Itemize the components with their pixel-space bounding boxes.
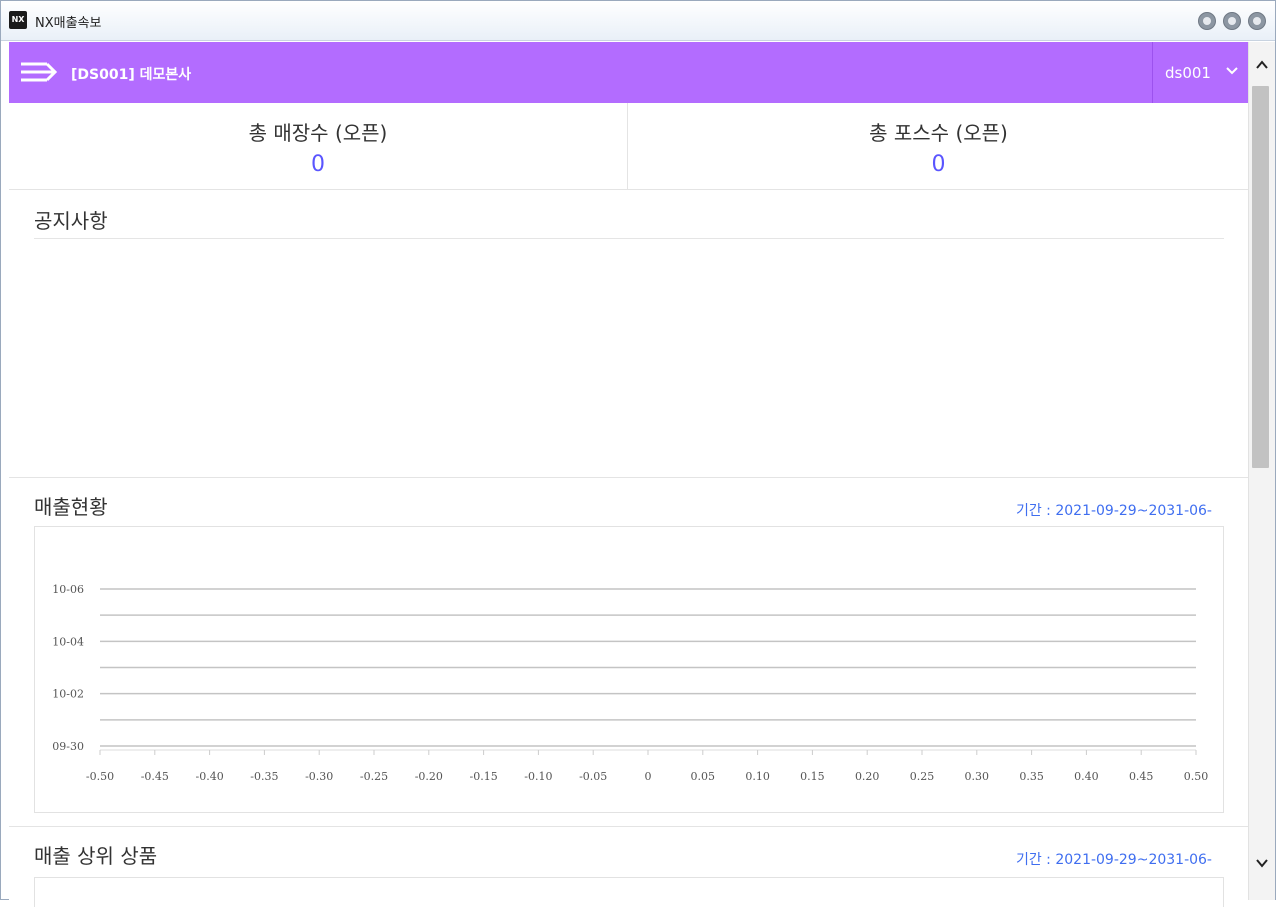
notice-divider (34, 238, 1224, 239)
x-tick-label: 0.25 (910, 770, 935, 783)
top-products-title: 매출 상위 상품 (34, 844, 158, 868)
window-title: NX매출속보 (35, 16, 102, 31)
y-tick-label: 10-04 (52, 635, 84, 648)
x-tick-label: 0.45 (1129, 770, 1154, 783)
x-tick-label: 0.35 (1019, 770, 1044, 783)
x-tick-label: 0.30 (965, 770, 990, 783)
app-window: NX NX매출속보 [DS001] 데모본사 ds001 총 매장수 (오픈) … (0, 0, 1276, 907)
x-tick-label: 0 (645, 770, 652, 783)
scroll-down-icon[interactable] (1255, 856, 1269, 870)
stat-stores: 총 매장수 (오픈) 0 (9, 103, 628, 190)
x-tick-label: 0.05 (691, 770, 716, 783)
x-tick-label: -0.50 (86, 770, 114, 783)
sales-chart: 10-06 10-04 10-02 09-30 -0.50 -0.45 -0.40 -0.35… (34, 526, 1224, 813)
sales-period: 기간 : 2021-09-29~2031-06- (1015, 503, 1212, 519)
top-products-chart (34, 877, 1224, 907)
chevron-down-icon (1226, 67, 1238, 75)
stat-stores-label: 총 매장수 (오픈) (248, 121, 388, 145)
app-header: [DS001] 데모본사 ds001 (9, 42, 1248, 103)
x-tick-label: -0.20 (415, 770, 443, 783)
app-icon: NX (9, 11, 27, 29)
user-name: ds001 (1165, 64, 1211, 82)
sales-chart-svg: 10-06 10-04 10-02 09-30 -0.50 -0.45 -0.40 -0.35… (52, 583, 1209, 783)
x-tick-label: 0.20 (855, 770, 880, 783)
close-button[interactable] (1248, 12, 1266, 30)
company-name: [DS001] 데모본사 (71, 67, 192, 83)
notice-title: 공지사항 (34, 209, 108, 233)
x-tick-label: 0.15 (800, 770, 825, 783)
summary-stats: 총 매장수 (오픈) 0 총 포스수 (오픈) 0 (9, 103, 1248, 190)
stat-stores-value: 0 (311, 152, 325, 177)
sales-title: 매출현황 (34, 495, 108, 519)
x-tick-label: 0.50 (1184, 770, 1209, 783)
stat-pos-label: 총 포스수 (오픈) (869, 121, 1008, 145)
menu-icon[interactable] (21, 62, 58, 84)
x-tick-label: -0.25 (360, 770, 388, 783)
minimize-button[interactable] (1198, 12, 1216, 30)
y-tick-label: 09-30 (52, 740, 84, 753)
y-tick-label: 10-02 (52, 688, 84, 701)
vertical-scrollbar[interactable] (1248, 42, 1275, 900)
notice-section: 공지사항 (9, 191, 1248, 478)
x-tick-label: -0.45 (141, 770, 169, 783)
x-tick-label: -0.10 (524, 770, 552, 783)
x-tick-label: -0.15 (469, 770, 497, 783)
top-products-period: 기간 : 2021-09-29~2031-06- (1015, 852, 1212, 868)
user-menu[interactable]: ds001 (1152, 42, 1248, 103)
scroll-up-icon[interactable] (1255, 58, 1269, 72)
maximize-button[interactable] (1223, 12, 1241, 30)
scrollbar-thumb[interactable] (1252, 86, 1269, 468)
x-tick-label: -0.05 (579, 770, 607, 783)
x-tick-label: 0.40 (1074, 770, 1099, 783)
x-tick-label: -0.40 (195, 770, 223, 783)
x-tick-label: -0.30 (305, 770, 333, 783)
sales-section: 매출현황 기간 : 2021-09-29~2031-06- 10-06 10-04… (9, 479, 1248, 827)
stat-pos-value: 0 (931, 152, 946, 177)
y-tick-label: 10-06 (52, 583, 84, 596)
top-products-section: 매출 상위 상품 기간 : 2021-09-29~2031-06- (9, 828, 1248, 907)
x-tick-label: 0.10 (745, 770, 770, 783)
x-tick-label: -0.35 (250, 770, 278, 783)
stat-pos: 총 포스수 (오픈) 0 (629, 103, 1248, 190)
title-bar: NX NX매출속보 (1, 1, 1275, 41)
